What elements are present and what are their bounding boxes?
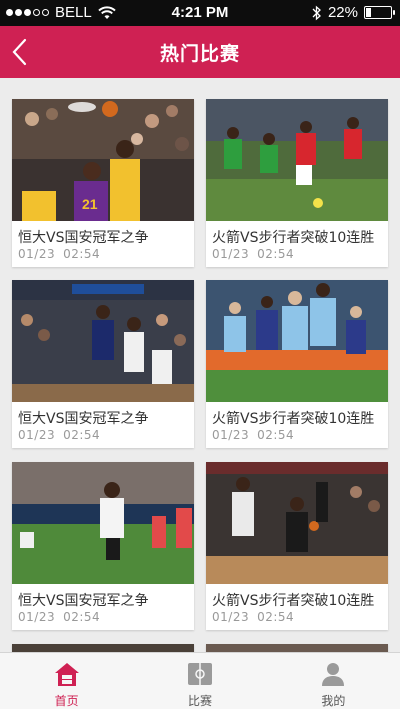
match-date: 01/23	[212, 247, 250, 261]
match-card[interactable]	[12, 644, 194, 652]
match-thumbnail	[12, 644, 194, 652]
page-title: 热门比赛	[159, 43, 240, 65]
match-title: 恒大VS国安冠军之争	[18, 230, 149, 246]
match-thumbnail	[206, 462, 388, 584]
match-date: 01/23	[212, 428, 250, 442]
match-card[interactable]: 火箭VS步行者突破10连胜 01/23 02:54	[206, 462, 388, 630]
match-time: 02:54	[63, 428, 101, 442]
field-icon	[187, 663, 212, 685]
tab-profile[interactable]: 我的	[267, 653, 400, 709]
match-time: 02:54	[257, 247, 295, 261]
match-thumbnail: 21	[12, 99, 194, 221]
match-time: 02:54	[257, 610, 295, 624]
tab-matches[interactable]: 比赛	[133, 653, 266, 709]
match-meta: 01/23 02:54	[12, 608, 194, 630]
match-title: 火箭VS步行者突破10连胜	[212, 593, 375, 609]
match-time: 02:54	[63, 247, 101, 261]
match-date: 01/23	[18, 247, 56, 261]
tab-label: 首页	[54, 694, 79, 708]
match-time: 02:54	[63, 610, 101, 624]
header-bar: 热门比赛	[0, 26, 400, 78]
match-meta: 01/23 02:54	[12, 426, 194, 448]
match-thumbnail	[206, 280, 388, 402]
tab-label: 比赛	[187, 694, 212, 708]
match-thumbnail	[206, 99, 388, 221]
battery-percent: 22%	[327, 4, 358, 21]
tab-bar: 首页 比赛 我的	[0, 652, 400, 709]
match-thumbnail	[12, 280, 194, 402]
match-meta: 01/23 02:54	[206, 245, 388, 267]
match-grid: 21 恒大VS国安冠军之争 01/23 02:54 火箭VS步行者突破10连胜 …	[0, 78, 400, 652]
match-time: 02:54	[257, 428, 295, 442]
match-title: 恒大VS国安冠军之争	[18, 593, 149, 609]
battery-icon	[364, 6, 395, 19]
match-date: 01/23	[18, 428, 56, 442]
bluetooth-icon	[312, 5, 321, 20]
match-date: 01/23	[18, 610, 56, 624]
tab-home[interactable]: 首页	[0, 653, 133, 709]
svg-text:21: 21	[82, 196, 98, 212]
person-icon	[322, 663, 345, 686]
match-meta: 01/23 02:54	[12, 245, 194, 267]
match-card[interactable]: 恒大VS国安冠军之争 01/23 02:54	[12, 462, 194, 630]
match-thumbnail	[12, 462, 194, 584]
status-bar: BELL 4:21 PM 22%	[0, 0, 400, 26]
match-meta: 01/23 02:54	[206, 608, 388, 630]
match-thumbnail	[206, 644, 388, 652]
match-title: 火箭VS步行者突破10连胜	[212, 411, 375, 427]
match-card[interactable]: 21 恒大VS国安冠军之争 01/23 02:54	[12, 99, 194, 267]
match-title: 恒大VS国安冠军之争	[18, 411, 149, 427]
match-card[interactable]: 火箭VS步行者突破10连胜 01/23 02:54	[206, 99, 388, 267]
match-card[interactable]: 恒大VS国安冠军之争 01/23 02:54	[12, 280, 194, 448]
match-title: 火箭VS步行者突破10连胜	[212, 230, 375, 246]
match-card[interactable]: 火箭VS步行者突破10连胜 01/23 02:54	[206, 280, 388, 448]
match-meta: 01/23 02:54	[206, 426, 388, 448]
tab-label: 我的	[321, 694, 346, 708]
match-date: 01/23	[212, 610, 250, 624]
match-card[interactable]	[206, 644, 388, 652]
home-icon	[54, 663, 79, 686]
